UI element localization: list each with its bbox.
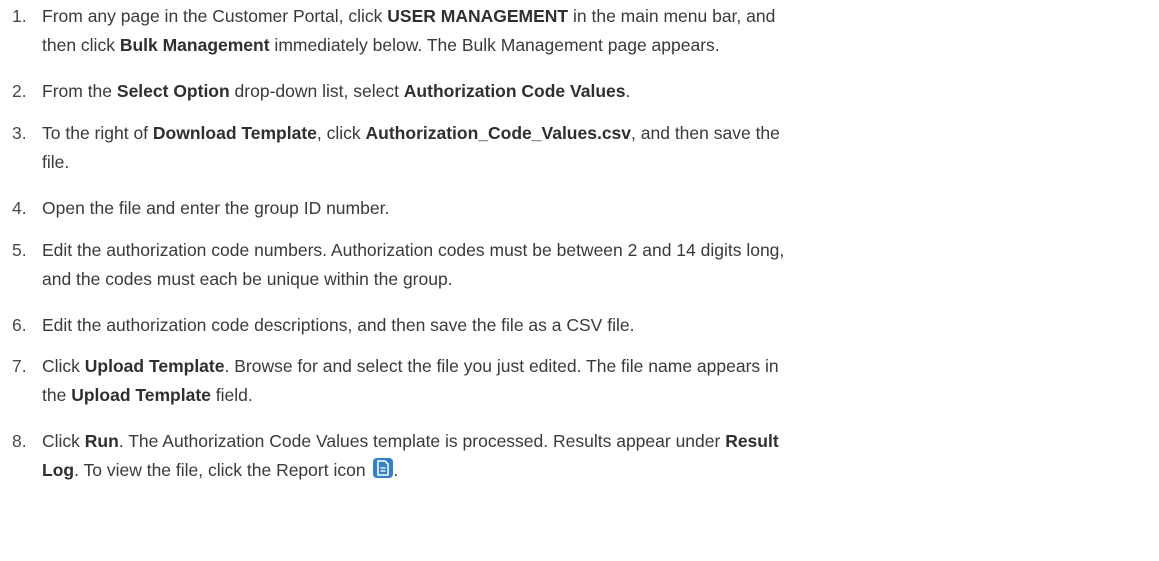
step-number: 5. [12, 240, 27, 260]
step-text-line: file. [42, 148, 1142, 177]
bold-term: Authorization Code Values [403, 81, 626, 101]
bold-term: Log [42, 460, 75, 480]
text-run: . [393, 460, 399, 480]
text-run: Edit the authorization code numbers. Aut… [42, 240, 785, 260]
text-run: drop-down list, select [229, 81, 404, 101]
step-number: 7. [12, 356, 27, 376]
text-run: . [625, 81, 631, 101]
text-run: and the codes must each be unique within… [42, 269, 453, 289]
step-text-line: then click Bulk Management immediately b… [42, 31, 1142, 60]
step-text-line: Edit the authorization code descriptions… [42, 311, 1142, 340]
text-run: immediately below. The Bulk Management p… [269, 35, 720, 55]
text-run: . The Authorization Code Values template… [118, 431, 726, 451]
text-run: field. [210, 385, 253, 405]
text-run: From the [42, 81, 117, 101]
step-number: 3. [12, 123, 27, 143]
text-run: . Browse for and select the file you jus… [224, 356, 779, 376]
step-text-line: Open the file and enter the group ID num… [42, 194, 1142, 223]
text-run: Click [42, 431, 85, 451]
bold-term: Authorization_Code_Values.csv [365, 123, 632, 143]
bold-term: Upload Template [84, 356, 225, 376]
bold-term: USER MANAGEMENT [387, 6, 569, 26]
step-text-line: Click Run. The Authorization Code Values… [42, 427, 1142, 456]
step-number: 4. [12, 198, 27, 218]
text-run: Open the file and enter the group ID num… [42, 198, 390, 218]
step-text-line: From the Select Option drop-down list, s… [42, 77, 1142, 106]
report-icon [373, 458, 394, 478]
step-text-line: the Upload Template field. [42, 381, 1142, 410]
text-run: . To view the file, click the Report ico… [74, 460, 371, 480]
step-number: 2. [12, 81, 27, 101]
step-number: 1. [12, 6, 27, 26]
bold-term: Result [725, 431, 779, 451]
text-run: then click [42, 35, 120, 55]
step-text-line: Log. To view the file, click the Report … [42, 456, 1142, 485]
step-text-line: To the right of Download Template, click… [42, 119, 1142, 148]
step-text-line: Click Upload Template. Browse for and se… [42, 352, 1142, 381]
step-text-line: From any page in the Customer Portal, cl… [42, 2, 1142, 31]
bold-term: Download Template [152, 123, 317, 143]
step-number: 6. [12, 315, 27, 335]
bold-term: Bulk Management [119, 35, 270, 55]
step-text-line: and the codes must each be unique within… [42, 265, 1142, 294]
text-run: To the right of [42, 123, 153, 143]
text-run: , click [316, 123, 366, 143]
text-run: , and then save the [631, 123, 780, 143]
text-run: the [42, 385, 72, 405]
text-run: Click [42, 356, 85, 376]
bold-term: Upload Template [71, 385, 211, 405]
bold-term: Select Option [116, 81, 230, 101]
text-run: in the main menu bar, and [568, 6, 776, 26]
step-text-line: Edit the authorization code numbers. Aut… [42, 236, 1142, 265]
bold-term: Run [84, 431, 119, 451]
step-number: 8. [12, 431, 27, 451]
text-run: Edit the authorization code descriptions… [42, 315, 635, 335]
text-run: From any page in the Customer Portal, cl… [42, 6, 388, 26]
text-run: file. [42, 152, 70, 172]
